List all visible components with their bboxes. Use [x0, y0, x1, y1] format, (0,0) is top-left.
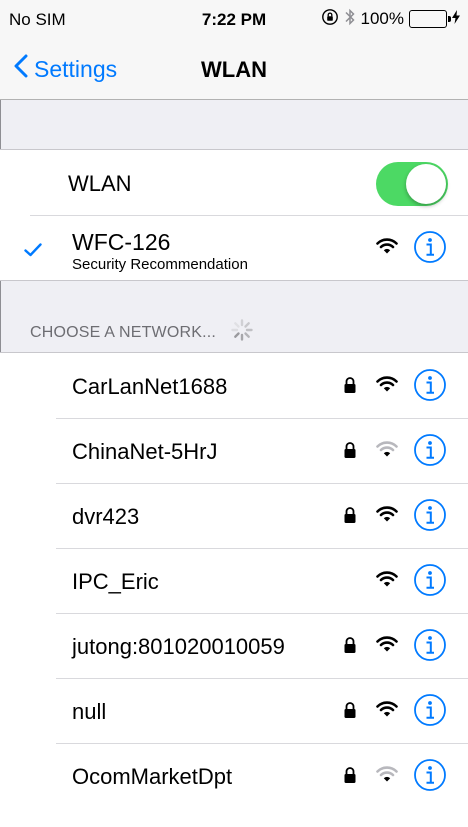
wifi-icon [376, 765, 398, 788]
spinner-icon [230, 318, 254, 347]
charging-icon [452, 9, 460, 29]
network-name: jutong:801020010059 [72, 634, 285, 659]
network-name: null [72, 699, 107, 724]
wifi-icon [376, 570, 398, 593]
network-name: IPC_Eric [72, 569, 159, 594]
network-row[interactable]: ChinaNet-5HrJ [0, 418, 468, 483]
status-bar: No SIM 7:22 PM 100% [0, 0, 468, 40]
info-icon[interactable] [413, 368, 447, 407]
info-icon[interactable] [413, 230, 447, 269]
info-icon[interactable] [413, 628, 447, 667]
network-list: CarLanNet1688 ChinaNet-5HrJ dvr423 IPC_Eric… [0, 352, 468, 827]
wifi-icon [376, 700, 398, 723]
navigation-bar: Settings WLAN [0, 40, 468, 100]
info-icon[interactable] [413, 758, 447, 797]
network-row[interactable]: OcomMarketDpt [0, 743, 468, 808]
wifi-icon [376, 375, 398, 398]
wifi-icon [376, 635, 398, 658]
network-row[interactable]: null [0, 678, 468, 743]
checkmark-icon [24, 243, 42, 262]
network-row[interactable]: jutong:801020010059 [0, 613, 468, 678]
info-icon[interactable] [413, 433, 447, 472]
network-name: ChinaNet-5HrJ [72, 439, 218, 464]
info-icon[interactable] [413, 563, 447, 602]
page-title: WLAN [201, 57, 267, 82]
lock-icon [343, 506, 357, 529]
status-indicators: 100% [321, 8, 460, 30]
connected-network-name: WFC-126 [72, 229, 171, 255]
wifi-icon [376, 505, 398, 528]
section-header-label: CHOOSE A NETWORK... [30, 323, 217, 341]
network-name: CarLanNet1688 [72, 374, 228, 399]
lock-icon [343, 701, 357, 724]
wlan-toggle-row: WLAN [0, 150, 468, 215]
network-row[interactable]: IPC_Eric [0, 548, 468, 613]
wifi-icon [376, 440, 398, 463]
connected-network-subtitle: Security Recommendation [72, 256, 248, 273]
choose-network-header: CHOOSE A NETWORK... [30, 318, 254, 347]
battery-percent: 100% [360, 9, 404, 28]
lock-icon [343, 441, 357, 464]
battery-icon [409, 10, 451, 28]
network-row[interactable]: dvr423 [0, 483, 468, 548]
toggle-knob [406, 164, 446, 204]
orientation-lock-icon [321, 8, 339, 31]
bluetooth-icon [344, 7, 356, 32]
network-row[interactable]: CarLanNet1688 [0, 353, 468, 418]
network-name: dvr423 [72, 504, 140, 529]
wifi-icon [376, 237, 398, 260]
info-icon[interactable] [413, 693, 447, 732]
wlan-toggle[interactable] [376, 162, 448, 206]
connected-network-row[interactable]: WFC-126 Security Recommendation [0, 215, 468, 280]
lock-icon [343, 636, 357, 659]
info-icon[interactable] [413, 498, 447, 537]
network-name: OcomMarketDpt [72, 764, 233, 789]
wlan-group: WLAN WFC-126 Security Recommendation [0, 149, 468, 281]
lock-icon [343, 766, 357, 789]
wlan-label: WLAN [68, 171, 132, 196]
lock-icon [343, 376, 357, 399]
